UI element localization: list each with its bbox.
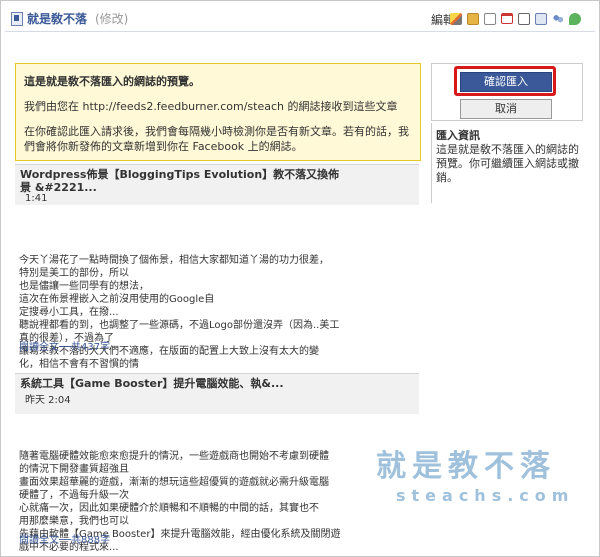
post-item: 系統工具【Game Booster】提升電腦效能、執&... 昨天 2:04 隨…	[15, 373, 419, 553]
post-time: 昨天 2:04	[25, 395, 71, 406]
post-text-line: 化，相信不會有不習慣的情	[19, 359, 139, 370]
post-item: Wordpress佈景【BloggingTips Evolution】教不落又換…	[15, 164, 419, 370]
box-icon[interactable]	[518, 13, 530, 25]
post-text-line: 畫面效果超華麗的遊戲，漸漸的想玩這些超優質的遊戲就必需升級電腦	[19, 477, 329, 488]
title-bar: 就是敎不落 (修改) 編輯	[5, 7, 595, 32]
post-text-line: 心就痛一次，因此如果硬體介於順暢和不順暢的中間的話，其實也不	[19, 503, 319, 514]
import-info-text: 這是就是敎不落匯入的網誌的預覽。你可繼續匯入網誌或撤銷。	[436, 143, 579, 184]
post-text-line: 硬體了，不過每升級一次	[19, 490, 129, 501]
post-text-line: 的情況下開發畫質超強且	[19, 464, 129, 475]
edit-title-link[interactable]: (修改)	[95, 10, 128, 27]
post-text-line: 這次在佈景裡嵌入之前沒用使用的Google自	[19, 294, 215, 305]
notes-app-icon	[11, 12, 23, 26]
post-title[interactable]: 系統工具【Game Booster】提升電腦效能、執&...	[20, 377, 350, 390]
post-text-line: 今天丫湯花了一點時間換了個佈景，相信大家都知道丫湯的功力很差，	[19, 255, 329, 266]
import-info-heading: 匯入資訊	[436, 129, 480, 142]
post-text-line: 也是儘讓一些同學有的想法，	[19, 281, 149, 292]
notice-feed-line: 我們由您在 http://feeds2.feedburner.com/steac…	[24, 100, 398, 113]
calendar-icon[interactable]	[501, 13, 513, 24]
bubble-icon[interactable]	[569, 13, 581, 25]
post-header: Wordpress佈景【BloggingTips Evolution】教不落又換…	[15, 164, 419, 205]
read-more-link[interactable]: 閱讀全文──共888字	[19, 531, 110, 546]
doc-icon[interactable]	[484, 13, 496, 25]
cancel-button[interactable]: 取消	[460, 99, 552, 119]
import-info: 匯入資訊 這是就是敎不落匯入的網誌的預覽。你可繼續匯入網誌或撤銷。	[431, 123, 582, 203]
post-text-line: 特別是美工的部份，所以	[19, 268, 129, 279]
post-text-line: 用那麼樂意，我們也可以	[19, 516, 129, 527]
watermark-title: 就是教不落	[376, 449, 556, 484]
import-notice: 這是就是敎不落匯入的網誌的預覽。 我們由您在 http://feeds2.fee…	[15, 63, 421, 161]
toolbar-icons	[450, 13, 581, 25]
confirm-import-button[interactable]: 確認匯入	[460, 72, 552, 92]
notice-description: 在你確認此匯入請求後，我們會每隔幾小時檢測你是否有新文章。若有的話，我們會將你新…	[24, 125, 409, 153]
post-title[interactable]: Wordpress佈景【BloggingTips Evolution】教不落又換…	[20, 168, 350, 194]
page-title: 就是敎不落	[27, 12, 88, 26]
app-frame: 就是敎不落 (修改) 編輯 這是就是敎不落匯入的網誌的預覽。 我們由您在 htt…	[0, 0, 600, 557]
post-time: 1:41	[25, 193, 48, 204]
post-text-line: 隨著電腦硬體效能愈來愈提升的情況，一些遊戲商也開始不考慮到硬體	[19, 451, 329, 462]
post-text-line: 聽說裡都看的到，也調整了一些源碼，不過Logo部份還沒弄（因為..美工	[19, 320, 340, 331]
read-more-link[interactable]: 閱讀全文──共437字	[19, 338, 110, 353]
watermark-url: steachs.com	[396, 486, 575, 505]
people-icon[interactable]	[552, 13, 564, 25]
folder-icon[interactable]	[467, 13, 479, 25]
post-body: 今天丫湯花了一點時間換了個佈景，相信大家都知道丫湯的功力很差， 特別是美工的部份…	[19, 254, 369, 371]
post-header: 系統工具【Game Booster】提升電腦效能、執&... 昨天 2:04	[15, 373, 419, 414]
post-text-line: 定搜尋小工具，在撥...	[19, 307, 119, 318]
notice-title: 這是就是敎不落匯入的網誌的預覽。	[24, 75, 200, 88]
pencil-icon[interactable]	[450, 13, 462, 25]
import-actions: 確認匯入 取消	[431, 63, 583, 121]
grid-icon[interactable]	[535, 13, 547, 25]
